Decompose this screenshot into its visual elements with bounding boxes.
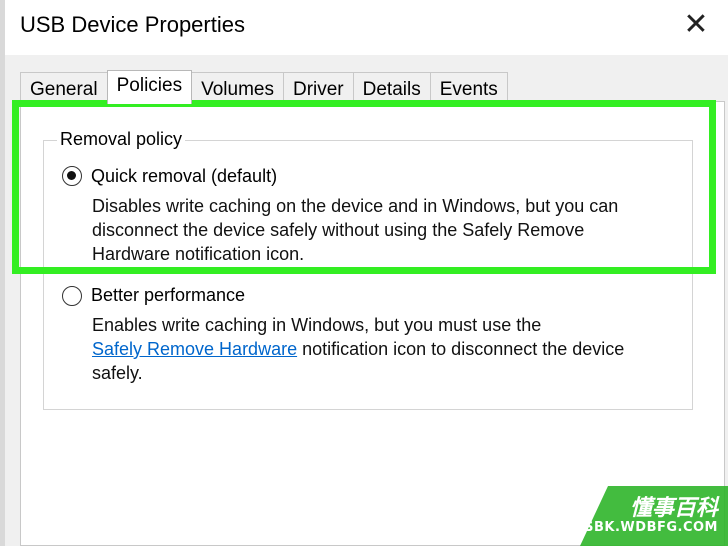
tab-details[interactable]: Details	[352, 72, 431, 102]
tab-volumes[interactable]: Volumes	[191, 72, 284, 102]
watermark: 懂事百科 DSBK.WDBFG.COM	[573, 486, 728, 546]
tab-events[interactable]: Events	[429, 72, 508, 102]
watermark-chinese-text: 懂事百科	[629, 496, 718, 521]
description-line: Enables write caching in Windows, but yo…	[92, 315, 542, 335]
better-performance-description: Enables write caching in Windows, but yo…	[92, 313, 682, 385]
close-button[interactable]: ✕	[674, 2, 718, 46]
better-performance-label[interactable]: Better performance	[91, 285, 245, 306]
better-performance-radio[interactable]	[62, 286, 82, 306]
description-line: Disables write caching on the device and…	[92, 196, 619, 216]
description-text: notification icon to disconnect the devi…	[297, 339, 625, 359]
title-bar: USB Device Properties ✕	[5, 0, 728, 55]
quick-removal-radio[interactable]	[62, 166, 82, 186]
description-line: disconnect the device safely without usi…	[92, 220, 585, 240]
description-line: safely.	[92, 363, 143, 383]
tab-strip: General Policies Volumes Driver Details …	[20, 70, 508, 104]
tab-general[interactable]: General	[20, 72, 108, 102]
close-icon: ✕	[683, 7, 709, 41]
description-line: Safely Remove Hardware notification icon…	[92, 337, 682, 361]
safely-remove-hardware-link[interactable]: Safely Remove Hardware	[92, 339, 297, 359]
radio-selected-dot	[67, 171, 76, 180]
quick-removal-label[interactable]: Quick removal (default)	[91, 166, 277, 187]
window-title: USB Device Properties	[20, 12, 245, 37]
watermark-url-text: DSBK.WDBFG.COM	[572, 520, 718, 535]
quick-removal-description: Disables write caching on the device and…	[92, 194, 682, 266]
tab-policies[interactable]: Policies	[106, 70, 193, 104]
tab-driver[interactable]: Driver	[282, 72, 354, 102]
removal-policy-label: Removal policy	[57, 129, 186, 150]
description-line: Hardware notification icon.	[92, 244, 305, 264]
